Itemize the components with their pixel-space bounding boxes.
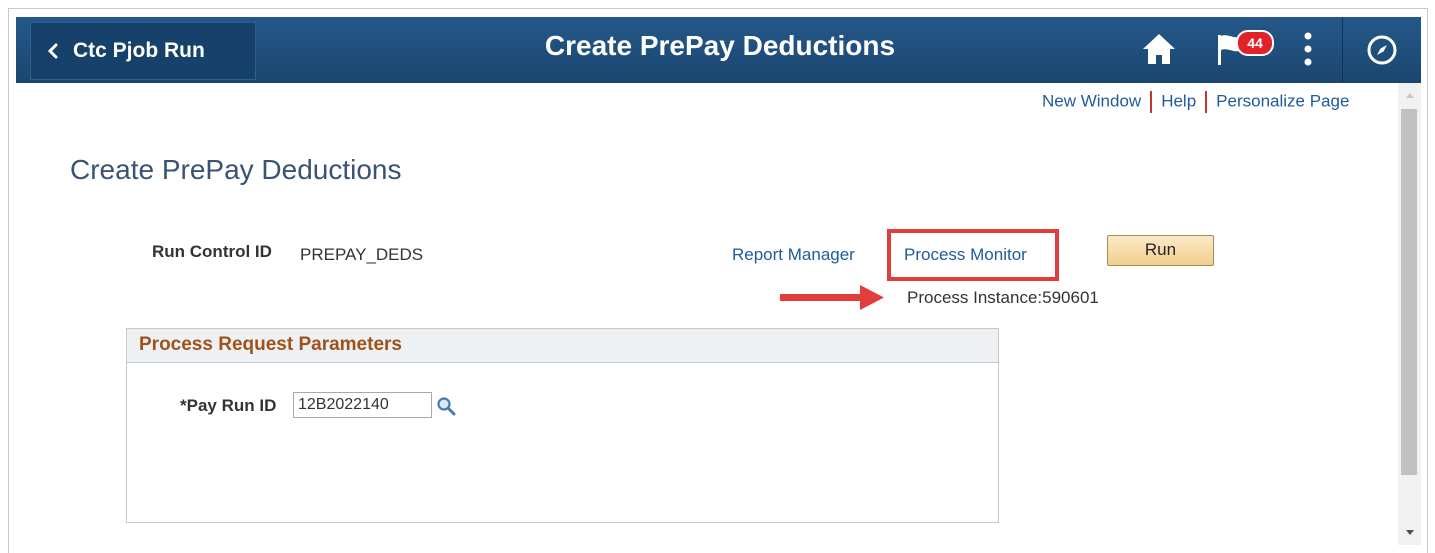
run-button[interactable]: Run xyxy=(1107,235,1214,266)
header-divider xyxy=(1342,17,1343,83)
process-monitor-link[interactable]: Process Monitor xyxy=(904,245,1027,265)
vertical-scrollbar[interactable] xyxy=(1398,83,1421,545)
red-arrow-icon xyxy=(780,284,886,317)
top-links: New Window Help Personalize Page xyxy=(1042,91,1349,113)
header-title: Create PrePay Deductions xyxy=(544,30,896,61)
scroll-up-arrow-icon[interactable] xyxy=(1398,91,1421,103)
scroll-down-arrow-icon[interactable] xyxy=(1398,529,1421,541)
page-title: Create PrePay Deductions xyxy=(70,154,402,185)
personalize-page-link[interactable]: Personalize Page xyxy=(1216,91,1349,110)
compass-icon[interactable] xyxy=(1366,34,1398,71)
scroll-thumb[interactable] xyxy=(1401,109,1417,475)
chevron-left-icon xyxy=(47,43,59,59)
pay-run-id-label: *Pay Run ID xyxy=(180,396,277,415)
more-vertical-icon[interactable] xyxy=(1302,31,1314,72)
back-button[interactable]: Ctc Pjob Run xyxy=(30,22,256,80)
notification-badge[interactable]: 44 xyxy=(1236,30,1274,56)
new-window-link[interactable]: New Window xyxy=(1042,91,1141,110)
panel-title: Process Request Parameters xyxy=(139,334,402,355)
pay-run-id-input[interactable] xyxy=(293,392,432,418)
run-control-id-value: PREPAY_DEDS xyxy=(300,245,424,264)
home-icon[interactable] xyxy=(1141,31,1177,72)
lookup-search-icon[interactable] xyxy=(436,396,456,421)
process-request-parameters-panel: Process Request Parameters xyxy=(126,328,999,523)
link-separator xyxy=(1205,91,1208,113)
run-control-id-label: Run Control ID xyxy=(152,242,272,261)
report-manager-link[interactable]: Report Manager xyxy=(732,245,855,265)
link-separator xyxy=(1150,91,1153,113)
process-instance-text: Process Instance:590601 xyxy=(907,288,1099,307)
back-button-label: Ctc Pjob Run xyxy=(73,39,205,62)
help-link[interactable]: Help xyxy=(1161,91,1196,110)
